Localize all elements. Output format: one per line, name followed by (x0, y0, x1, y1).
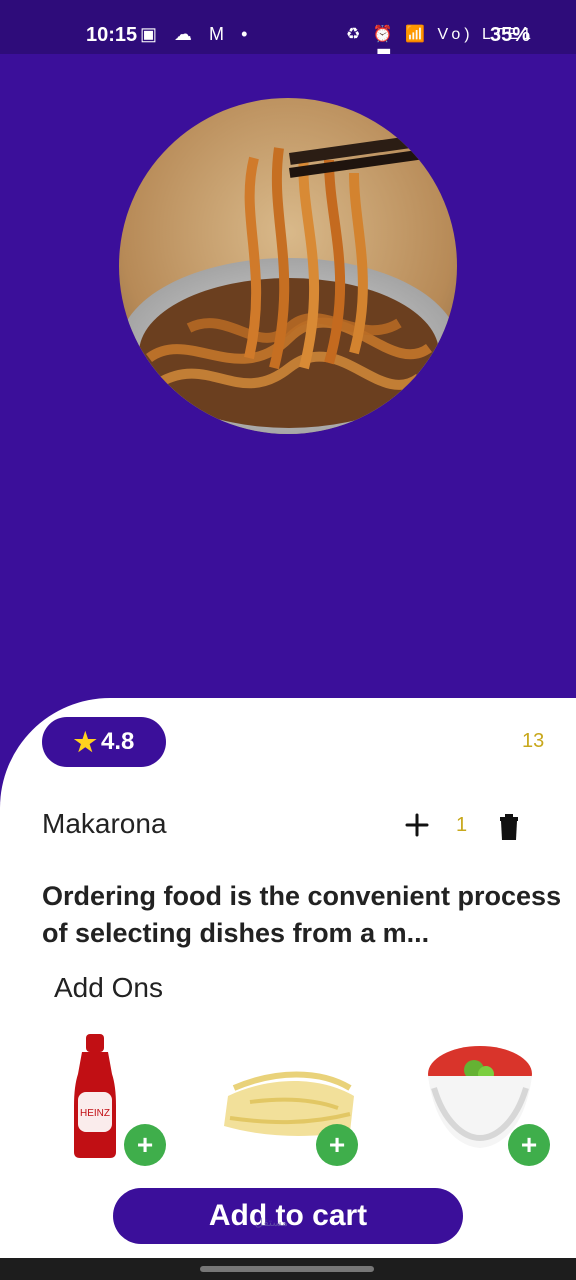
battery-percent: 35% (490, 24, 531, 46)
gmail-icon: M (209, 24, 231, 44)
quantity-value: 1 (456, 814, 468, 836)
status-icons-left: ▣ ☁ M • (140, 24, 253, 45)
navigation-bar (0, 1258, 576, 1280)
plus-icon[interactable] (404, 812, 430, 838)
rating-value: 4.8 (100, 728, 135, 755)
star-icon: ★ (73, 727, 97, 757)
status-bar: 10:15 ▣ ☁ M • ♻ ⏰ 📶 Vo) LTE1 ▂▄▆ 35% (0, 0, 576, 63)
addons-title: Add Ons (54, 972, 163, 1003)
alarm-icon: ⏰ (372, 26, 397, 43)
svg-text:HEINZ: HEINZ (80, 1108, 110, 1119)
addon-add-button[interactable]: + (508, 1124, 550, 1166)
addon-item-salsa: + (404, 1026, 564, 1166)
trash-icon[interactable] (498, 813, 520, 841)
cloud-icon: ☁ (174, 24, 199, 44)
watermark: مستقل (255, 1217, 288, 1229)
rating-badge: ★ 4.8 (42, 717, 166, 767)
product-name: Makarona (42, 808, 167, 839)
recycle-icon: ♻ (346, 26, 365, 43)
status-time: 10:15 (86, 24, 138, 46)
addon-item-cheese: + (210, 1026, 370, 1166)
count-value: 13 (522, 730, 545, 752)
wifi-icon: 📶 (405, 26, 430, 43)
product-description: Ordering food is the convenient process … (42, 881, 562, 948)
dot-icon: • (241, 24, 254, 44)
addon-add-button[interactable]: + (124, 1124, 166, 1166)
noodles-image (119, 98, 457, 434)
gallery-icon: ▣ (140, 24, 164, 44)
addon-add-button[interactable]: + (316, 1124, 358, 1166)
home-handle[interactable] (200, 1266, 374, 1272)
addon-item-ketchup: HEINZ + (20, 1026, 180, 1166)
